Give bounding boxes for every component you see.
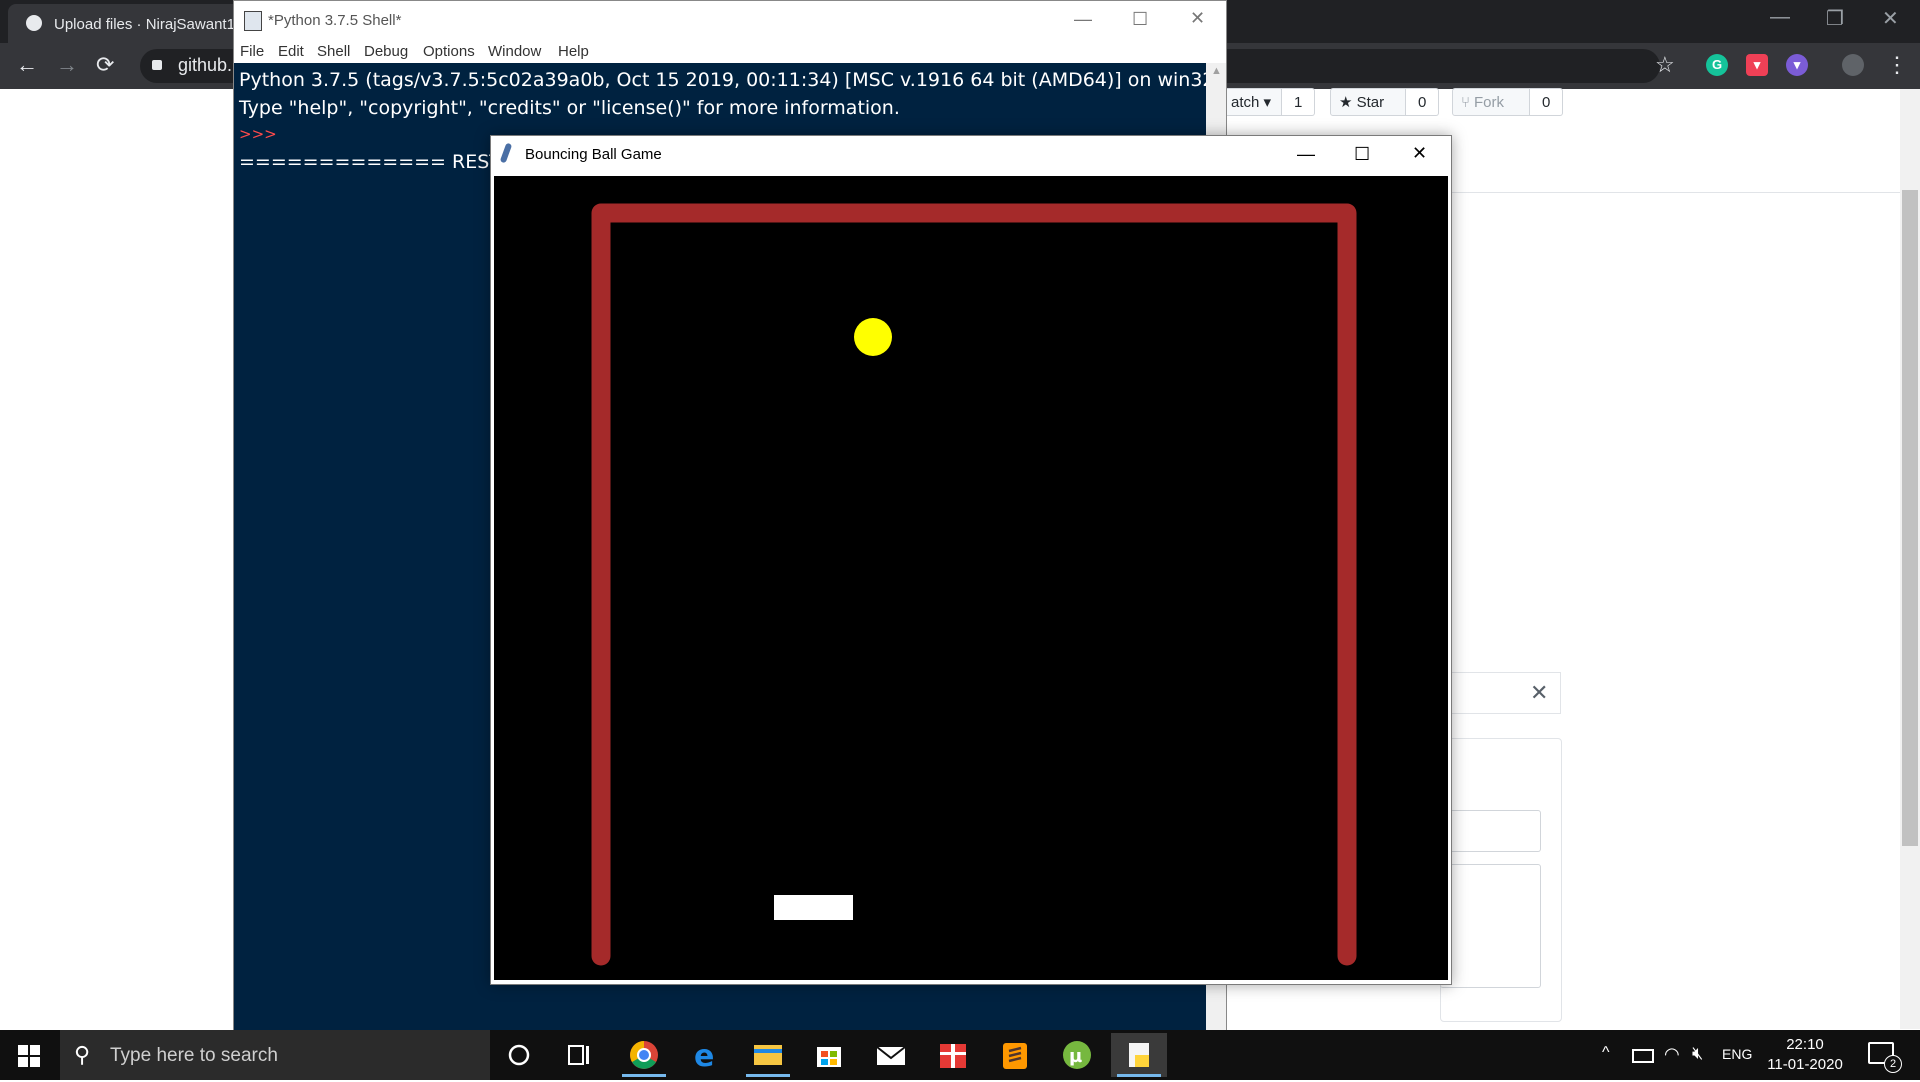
taskbar-clock[interactable]: 22:10 11-01-2020 xyxy=(1760,1035,1850,1075)
back-icon[interactable]: ← xyxy=(16,52,38,78)
shell-info-line: Type "help", "copyright", "credits" or "… xyxy=(239,97,900,119)
task-view-icon[interactable] xyxy=(551,1033,607,1077)
page-scrollbar-thumb[interactable] xyxy=(1902,190,1918,846)
browser-tab[interactable]: Upload files · NirajSawant1 xyxy=(8,4,256,43)
windows-start-icon[interactable] xyxy=(18,1045,40,1067)
fork-icon: ⑂ xyxy=(1461,94,1471,111)
svg-text:µ: µ xyxy=(1069,1046,1082,1067)
bookmark-star-icon[interactable]: ☆ xyxy=(1655,52,1675,78)
menu-edit[interactable]: Edit xyxy=(278,43,304,60)
scroll-up-icon[interactable]: ▲ xyxy=(1211,65,1222,77)
chrome-menu-icon[interactable]: ⋮ xyxy=(1886,52,1908,78)
fork-label: Fork xyxy=(1474,94,1505,111)
tk-feather-icon xyxy=(499,142,513,164)
shell-banner-line: Python 3.7.5 (tags/v3.7.5:5c02a39a0b, Oc… xyxy=(239,69,1215,91)
shell-menubar: File Edit Shell Debug Options Window Hel… xyxy=(234,39,1226,63)
shell-prompt: >>> xyxy=(239,125,277,143)
notification-count-badge: 2 xyxy=(1884,1055,1902,1073)
game-wall xyxy=(591,203,1357,966)
menu-debug[interactable]: Debug xyxy=(364,43,408,60)
battery-icon[interactable] xyxy=(1632,1049,1654,1063)
github-icon xyxy=(26,15,42,31)
browser-close-icon[interactable]: ✕ xyxy=(1882,6,1899,31)
sublime-text-icon[interactable] xyxy=(987,1033,1043,1077)
shell-close-icon[interactable]: ✕ xyxy=(1190,8,1205,29)
shell-maximize-icon[interactable]: ☐ xyxy=(1132,9,1148,30)
game-maximize-icon[interactable]: ☐ xyxy=(1354,144,1370,165)
python-idle-icon xyxy=(244,11,262,31)
watch-button[interactable]: atch ▾ xyxy=(1222,88,1282,116)
game-close-icon[interactable]: ✕ xyxy=(1412,143,1427,164)
game-canvas[interactable] xyxy=(494,176,1448,980)
chrome-taskbar-icon[interactable] xyxy=(616,1033,672,1077)
browser-tab-title: Upload files · NirajSawant1 xyxy=(54,16,235,33)
game-title: Bouncing Ball Game xyxy=(525,146,662,163)
star-button[interactable]: ★ Star xyxy=(1330,88,1406,116)
svg-text:e: e xyxy=(694,1039,714,1074)
forward-icon[interactable]: → xyxy=(56,52,78,78)
input-language[interactable]: ENG xyxy=(1722,1046,1752,1062)
commit-summary-input[interactable] xyxy=(1440,810,1541,852)
taskbar-search-placeholder: Type here to search xyxy=(110,1045,278,1066)
menu-window[interactable]: Window xyxy=(488,43,541,60)
lock-icon xyxy=(152,60,162,70)
shell-title: *Python 3.7.5 Shell* xyxy=(268,12,402,29)
address-bar-url: github. xyxy=(178,55,233,75)
game-ball xyxy=(854,318,892,356)
edge-taskbar-icon[interactable]: e xyxy=(678,1033,734,1077)
fork-button[interactable]: ⑂ Fork xyxy=(1452,88,1530,116)
mail-taskbar-icon[interactable] xyxy=(863,1033,919,1077)
menu-help[interactable]: Help xyxy=(558,43,589,60)
python-idle-taskbar-icon[interactable] xyxy=(1111,1033,1167,1077)
menu-shell[interactable]: Shell xyxy=(317,43,350,60)
game-window: Bouncing Ball Game — ☐ ✕ xyxy=(490,135,1452,985)
game-scene xyxy=(591,203,1357,966)
flash-close-icon[interactable]: ✕ xyxy=(1530,680,1548,706)
profile-avatar[interactable] xyxy=(1842,54,1864,76)
file-explorer-icon[interactable] xyxy=(740,1033,796,1077)
store-taskbar-icon[interactable] xyxy=(801,1033,857,1077)
shell-titlebar[interactable]: *Python 3.7.5 Shell* — ☐ ✕ xyxy=(234,1,1226,39)
clock-time: 22:10 xyxy=(1786,1036,1824,1053)
browser-minimize-icon[interactable]: — xyxy=(1770,6,1790,29)
shell-minimize-icon[interactable]: — xyxy=(1074,9,1092,30)
reload-icon[interactable]: ⟳ xyxy=(96,52,114,78)
game-minimize-icon[interactable]: — xyxy=(1297,144,1315,165)
volume-muted-icon[interactable]: 🔇︎ xyxy=(1692,1043,1703,1064)
search-icon: ⚲ xyxy=(74,1042,91,1067)
game-paddle xyxy=(774,895,853,920)
cortana-icon[interactable] xyxy=(491,1033,547,1077)
browser-restore-icon[interactable]: ❐ xyxy=(1826,6,1844,31)
star-count[interactable]: 0 xyxy=(1406,88,1440,116)
show-hidden-icons-icon[interactable]: ^ xyxy=(1602,1044,1610,1062)
pocket-extension-icon[interactable]: ▾ xyxy=(1746,54,1768,76)
watch-count[interactable]: 1 xyxy=(1282,88,1316,116)
menu-file[interactable]: File xyxy=(240,43,264,60)
grammarly-extension-icon[interactable]: G xyxy=(1706,54,1728,76)
wifi-icon[interactable]: ◠ xyxy=(1664,1044,1680,1065)
menu-options[interactable]: Options xyxy=(423,43,475,60)
utorrent-icon[interactable]: µ xyxy=(1049,1033,1105,1077)
clock-date: 11-01-2020 xyxy=(1767,1056,1843,1073)
fork-count[interactable]: 0 xyxy=(1530,88,1564,116)
commit-description-input[interactable] xyxy=(1440,864,1541,988)
extension-icon[interactable]: ▾ xyxy=(1786,54,1808,76)
gift-app-icon[interactable] xyxy=(925,1033,981,1077)
